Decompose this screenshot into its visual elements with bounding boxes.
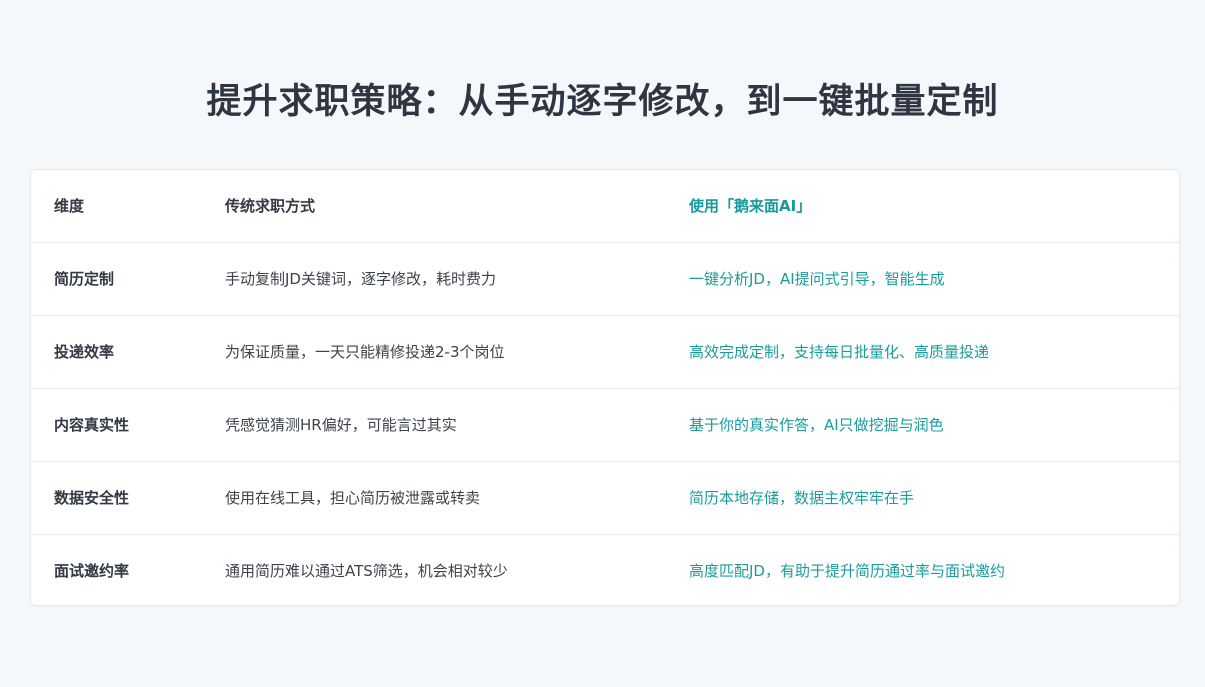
- row-traditional: 凭感觉猜测HR偏好，可能言过其实: [225, 416, 457, 434]
- page-title: 提升求职策略：从手动逐字修改，到一键批量定制: [206, 82, 999, 122]
- row-dimension: 内容真实性: [54, 416, 130, 434]
- table-row: 投递效率 为保证质量，一天只能精修投递2-3个岗位 高效完成定制，支持每日批量化…: [31, 316, 1179, 389]
- row-ai: 高效完成定制，支持每日批量化、高质量投递: [689, 343, 990, 361]
- row-traditional: 通用简历难以通过ATS筛选，机会相对较少: [225, 561, 508, 580]
- row-traditional: 使用在线工具，担心简历被泄露或转卖: [225, 489, 481, 507]
- table-row: 数据安全性 使用在线工具，担心简历被泄露或转卖 简历本地存储，数据主权牢牢在手: [31, 462, 1179, 535]
- table-row: 简历定制 手动复制JD关键词，逐字修改，耗时费力 一键分析JD，AI提问式引导，…: [31, 243, 1179, 316]
- header-dimension: 维度: [54, 197, 85, 215]
- row-traditional: 手动复制JD关键词，逐字修改，耗时费力: [225, 270, 496, 288]
- row-ai: 基于你的真实作答，AI只做挖掘与润色: [689, 416, 944, 434]
- row-dimension: 投递效率: [54, 343, 115, 361]
- row-dimension: 简历定制: [54, 270, 115, 288]
- header-ai: 使用「鹅来面AI」: [689, 197, 812, 215]
- table-header-row: 维度 传统求职方式 使用「鹅来面AI」: [31, 170, 1179, 243]
- row-dimension: 面试邀约率: [54, 561, 130, 580]
- row-ai: 简历本地存储，数据主权牢牢在手: [689, 489, 915, 507]
- table-row: 内容真实性 凭感觉猜测HR偏好，可能言过其实 基于你的真实作答，AI只做挖掘与润…: [31, 389, 1179, 462]
- table-row: 面试邀约率 通用简历难以通过ATS筛选，机会相对较少 高度匹配JD，有助于提升简…: [31, 535, 1179, 605]
- row-traditional: 为保证质量，一天只能精修投递2-3个岗位: [225, 343, 505, 361]
- row-dimension: 数据安全性: [54, 489, 130, 507]
- comparison-table: 维度 传统求职方式 使用「鹅来面AI」 简历定制 手动复制JD关键词，逐字修改，…: [30, 169, 1180, 606]
- row-ai: 高度匹配JD，有助于提升简历通过率与面试邀约: [689, 561, 1005, 580]
- row-ai: 一键分析JD，AI提问式引导，智能生成: [689, 270, 945, 288]
- header-traditional: 传统求职方式: [225, 197, 316, 215]
